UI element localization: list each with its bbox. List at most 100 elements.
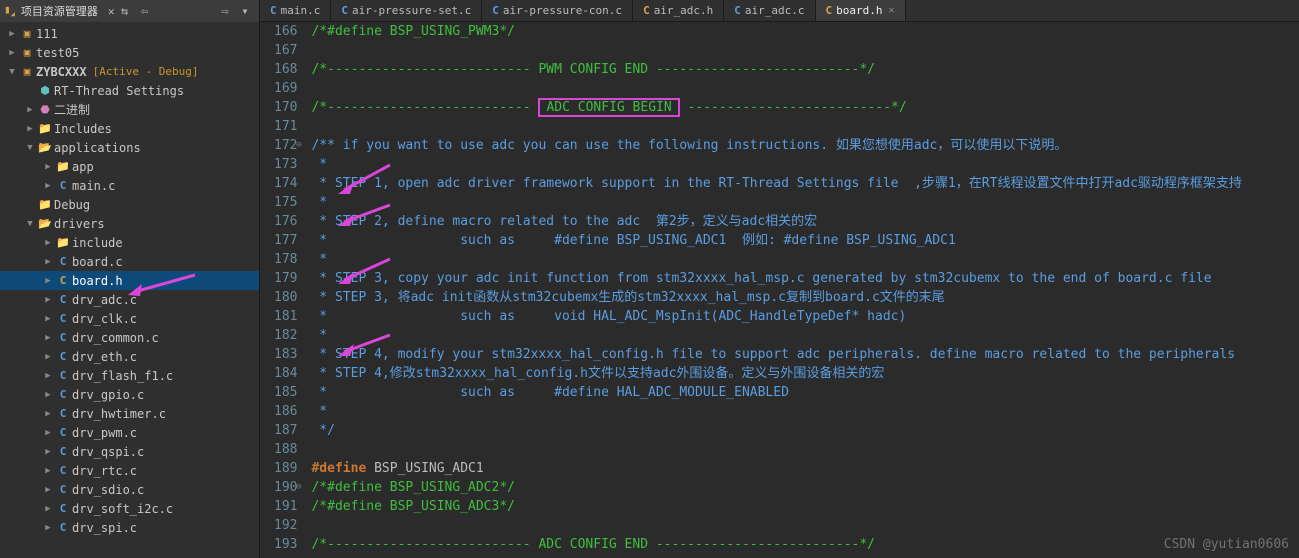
expand-arrow-icon[interactable]: ▶ bbox=[42, 504, 54, 514]
code-line[interactable]: * bbox=[311, 250, 1241, 269]
tree-item[interactable]: ▼📂applications bbox=[0, 138, 259, 157]
code-line[interactable]: /*-------------------------- ADC CONFIG … bbox=[311, 98, 1241, 117]
tree-item[interactable]: ▶Cboard.h bbox=[0, 271, 259, 290]
code-line[interactable]: /*-------------------------- ADC CONFIG … bbox=[311, 535, 1241, 554]
expand-arrow-icon[interactable]: ▶ bbox=[6, 48, 18, 58]
tree-item[interactable]: ▼📂drivers bbox=[0, 214, 259, 233]
expand-arrow-icon[interactable]: ▶ bbox=[42, 162, 54, 172]
tree-item[interactable]: ▶Cdrv_eth.c bbox=[0, 347, 259, 366]
code-line[interactable]: * STEP 4, modify your stm32xxxx_hal_conf… bbox=[311, 345, 1241, 364]
close-icon[interactable]: ✕ bbox=[108, 5, 115, 18]
code-line[interactable]: * STEP 3, 将adc init函数从stm32cubemx生成的stm3… bbox=[311, 288, 1241, 307]
expand-arrow-icon[interactable]: ▶ bbox=[42, 428, 54, 438]
code-line[interactable]: #define BSP_USING_ADC1 bbox=[311, 459, 1241, 478]
code-line[interactable] bbox=[311, 516, 1241, 535]
code-text[interactable]: /*#define BSP_USING_PWM3*/ /*------------… bbox=[305, 22, 1241, 558]
editor-tab[interactable]: Cair-pressure-con.c bbox=[482, 0, 633, 21]
tree-item[interactable]: ▼▣ZYBCXXX[Active - Debug] bbox=[0, 62, 259, 81]
expand-arrow-icon[interactable]: ▶ bbox=[42, 352, 54, 362]
code-line[interactable]: * STEP 3, copy your adc init function fr… bbox=[311, 269, 1241, 288]
tree-item-label: 二进制 bbox=[54, 101, 90, 118]
tree-item[interactable]: ▶Cdrv_clk.c bbox=[0, 309, 259, 328]
tree-item[interactable]: ▶Cdrv_adc.c bbox=[0, 290, 259, 309]
expand-arrow-icon[interactable]: ▶ bbox=[42, 333, 54, 343]
tree-item[interactable]: ▶Cdrv_common.c bbox=[0, 328, 259, 347]
code-editor[interactable]: 1661671681691701711721731741751761771781… bbox=[260, 22, 1299, 558]
expand-arrow-icon[interactable]: ▼ bbox=[24, 143, 36, 153]
code-line[interactable]: * STEP 1, open adc driver framework supp… bbox=[311, 174, 1241, 193]
tree-item[interactable]: ▶Cdrv_qspi.c bbox=[0, 442, 259, 461]
expand-arrow-icon[interactable]: ▶ bbox=[42, 295, 54, 305]
code-line[interactable]: * bbox=[311, 402, 1241, 421]
expand-arrow-icon[interactable]: ▶ bbox=[42, 371, 54, 381]
tab-close-icon[interactable]: ✕ bbox=[889, 5, 895, 16]
tree-item[interactable]: ▶Cdrv_spi.c bbox=[0, 518, 259, 537]
expand-arrow-icon[interactable]: ▶ bbox=[42, 257, 54, 267]
expand-arrow-icon[interactable]: ▶ bbox=[42, 314, 54, 324]
code-line[interactable]: * such as #define HAL_ADC_MODULE_ENABLED bbox=[311, 383, 1241, 402]
tree-item[interactable]: ▶Cdrv_sdio.c bbox=[0, 480, 259, 499]
tree-item[interactable]: 📁Debug bbox=[0, 195, 259, 214]
editor-tab[interactable]: Cair_adc.h bbox=[633, 0, 724, 21]
code-line[interactable]: * such as void HAL_ADC_MspInit(ADC_Handl… bbox=[311, 307, 1241, 326]
code-line[interactable]: * STEP 2, define macro related to the ad… bbox=[311, 212, 1241, 231]
tree-item[interactable]: ▶Cboard.c bbox=[0, 252, 259, 271]
code-line[interactable]: * STEP 4,修改stm32xxxx_hal_config.h文件以支持ad… bbox=[311, 364, 1241, 383]
expand-arrow-icon[interactable]: ▶ bbox=[42, 238, 54, 248]
code-line[interactable] bbox=[311, 79, 1241, 98]
proj-icon: ▣ bbox=[18, 27, 36, 40]
expand-arrow-icon[interactable]: ▶ bbox=[42, 466, 54, 476]
editor-tab[interactable]: Cair_adc.c bbox=[724, 0, 815, 21]
expand-arrow-icon[interactable]: ▶ bbox=[24, 124, 36, 134]
code-line[interactable]: */ bbox=[311, 421, 1241, 440]
tree-item[interactable]: ▶Cdrv_hwtimer.c bbox=[0, 404, 259, 423]
view-menu-icon[interactable]: ▾ bbox=[235, 4, 255, 18]
code-line[interactable]: * such as #define BSP_USING_ADC1 例如: #de… bbox=[311, 231, 1241, 250]
tree-item[interactable]: ▶Cdrv_gpio.c bbox=[0, 385, 259, 404]
editor-tab[interactable]: Cboard.h✕ bbox=[816, 0, 906, 21]
editor-tab[interactable]: Cair-pressure-set.c bbox=[331, 0, 482, 21]
tree-item[interactable]: ▶Cdrv_flash_f1.c bbox=[0, 366, 259, 385]
code-line[interactable]: /*#define BSP_USING_ADC3*/ bbox=[311, 497, 1241, 516]
tree-item[interactable]: ▶Cmain.c bbox=[0, 176, 259, 195]
expand-arrow-icon[interactable]: ▶ bbox=[6, 29, 18, 39]
tree-item[interactable]: ▶📁include bbox=[0, 233, 259, 252]
expand-arrow-icon[interactable]: ▶ bbox=[42, 447, 54, 457]
tree-item[interactable]: ▶📁Includes bbox=[0, 119, 259, 138]
expand-arrow-icon[interactable]: ▶ bbox=[42, 485, 54, 495]
code-line[interactable]: * bbox=[311, 193, 1241, 212]
tree-item[interactable]: ▶📁app bbox=[0, 157, 259, 176]
tree-item[interactable]: ▶⬣二进制 bbox=[0, 100, 259, 119]
expand-arrow-icon[interactable]: ▶ bbox=[24, 105, 36, 115]
back-icon[interactable]: ⇦ bbox=[134, 4, 154, 18]
code-line[interactable]: /*-------------------------- PWM CONFIG … bbox=[311, 60, 1241, 79]
line-number: 181 bbox=[274, 307, 297, 326]
expand-arrow-icon[interactable]: ▶ bbox=[42, 181, 54, 191]
expand-arrow-icon[interactable]: ▶ bbox=[42, 409, 54, 419]
expand-arrow-icon[interactable]: ▶ bbox=[42, 390, 54, 400]
tree-item[interactable]: ▶Cdrv_rtc.c bbox=[0, 461, 259, 480]
file-tree[interactable]: ▶▣111▶▣test05▼▣ZYBCXXX[Active - Debug]⬢R… bbox=[0, 22, 259, 539]
code-line[interactable]: * bbox=[311, 155, 1241, 174]
code-line[interactable]: /*#define BSP_USING_PWM3*/ bbox=[311, 22, 1241, 41]
tree-item[interactable]: ▶▣111 bbox=[0, 24, 259, 43]
tree-item[interactable]: ▶Cdrv_soft_i2c.c bbox=[0, 499, 259, 518]
tree-item[interactable]: ▶▣test05 bbox=[0, 43, 259, 62]
tree-item[interactable]: ⬢RT-Thread Settings bbox=[0, 81, 259, 100]
editor-tab[interactable]: Cmain.c bbox=[260, 0, 331, 21]
code-line[interactable] bbox=[311, 117, 1241, 136]
cube-icon: ⬢ bbox=[36, 84, 54, 97]
code-line[interactable] bbox=[311, 440, 1241, 459]
expand-arrow-icon[interactable]: ▼ bbox=[6, 67, 18, 77]
code-line[interactable] bbox=[311, 41, 1241, 60]
expand-arrow-icon[interactable]: ▼ bbox=[24, 219, 36, 229]
expand-arrow-icon[interactable]: ▶ bbox=[42, 276, 54, 286]
collapse-icon[interactable]: ⇨ bbox=[215, 4, 235, 18]
code-line[interactable]: /** if you want to use adc you can use t… bbox=[311, 136, 1241, 155]
code-line[interactable]: * bbox=[311, 326, 1241, 345]
expand-arrow-icon[interactable]: ▶ bbox=[42, 523, 54, 533]
tree-item[interactable]: ▶Cdrv_pwm.c bbox=[0, 423, 259, 442]
link-editor-icon[interactable]: ⇆ bbox=[114, 4, 134, 18]
code-line[interactable]: /*#define BSP_USING_ADC2*/ bbox=[311, 478, 1241, 497]
tree-item-label: app bbox=[72, 160, 94, 174]
